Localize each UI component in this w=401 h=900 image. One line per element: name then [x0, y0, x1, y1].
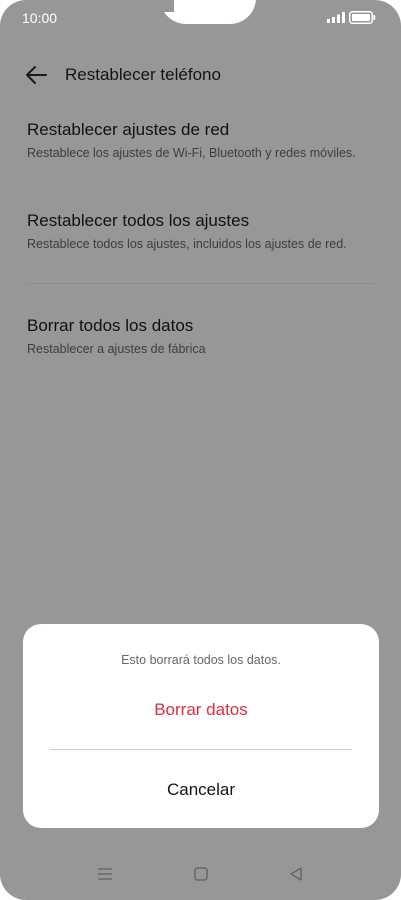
- option-reset-network[interactable]: Restablecer ajustes de red Restablece lo…: [27, 119, 377, 162]
- status-time: 10:00: [22, 10, 58, 26]
- option-description: Restablece todos los ajustes, incluidos …: [27, 237, 347, 251]
- cancel-button[interactable]: Cancelar: [50, 768, 352, 812]
- dialog-message: Esto borrará todos los datos.: [121, 653, 281, 667]
- option-erase-all-data[interactable]: Borrar todos los datos Restablecer a aju…: [27, 315, 377, 358]
- option-reset-all-settings[interactable]: Restablecer todos los ajustes Restablece…: [27, 210, 377, 253]
- battery-icon: [349, 11, 376, 24]
- home-icon[interactable]: [193, 866, 209, 882]
- phone-screen: 10:00 Restablecer teléfono Restablecer a…: [0, 0, 401, 900]
- app-header: Restablecer teléfono: [0, 56, 401, 96]
- navigation-bar: [0, 856, 401, 896]
- option-title: Borrar todos los datos: [27, 316, 194, 335]
- back-icon[interactable]: [288, 866, 304, 882]
- back-arrow-icon[interactable]: [24, 64, 48, 86]
- confirm-dialog: Esto borrará todos los datos. Borrar dat…: [23, 624, 379, 828]
- dialog-divider: [50, 749, 352, 750]
- option-description: Restablece los ajustes de Wi-Fi, Bluetoo…: [27, 146, 356, 160]
- option-description: Restablecer a ajustes de fábrica: [27, 342, 206, 356]
- menu-icon[interactable]: [97, 866, 113, 882]
- erase-data-button[interactable]: Borrar datos: [50, 688, 352, 732]
- status-bar: 10:00: [0, 0, 401, 36]
- option-title: Restablecer todos los ajustes: [27, 211, 250, 230]
- section-divider: [27, 283, 375, 284]
- page-title: Restablecer teléfono: [65, 65, 221, 84]
- option-title: Restablecer ajustes de red: [27, 120, 230, 139]
- signal-icon: [327, 12, 345, 23]
